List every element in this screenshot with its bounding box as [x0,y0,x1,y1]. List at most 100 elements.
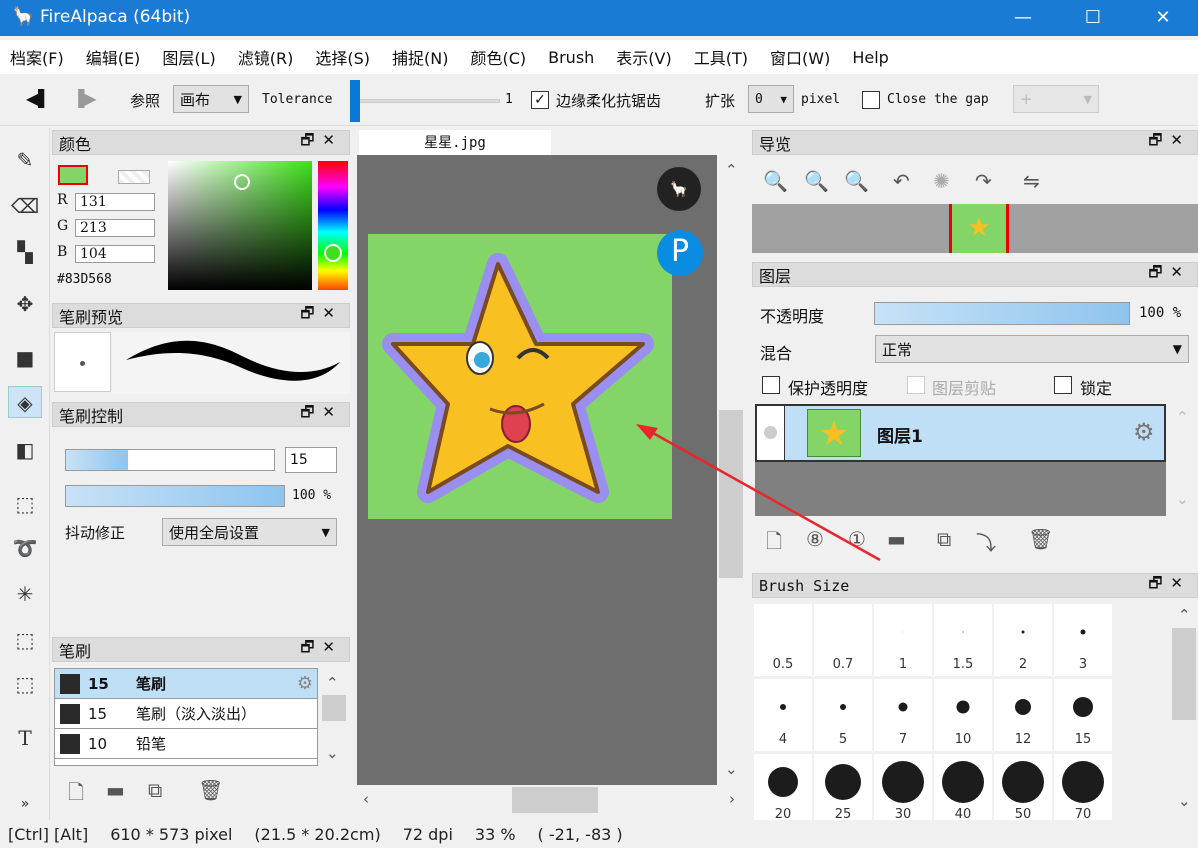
brush-size-cell[interactable]: 12 [994,679,1052,751]
close-button[interactable]: ✕ [1140,0,1186,36]
lock-checkbox[interactable] [1054,376,1072,394]
menu-color[interactable]: 颜色(C) [470,45,526,69]
select-eraser-icon[interactable]: ⬚ [8,668,42,700]
layer-opacity-slider[interactable] [874,302,1130,325]
delete-layer-icon[interactable]: 🗑 [1028,527,1053,551]
rotate-right-icon[interactable]: ↷ [975,169,992,193]
menu-help[interactable]: Help [852,48,888,67]
delete-brush-icon[interactable]: 🗑 [198,778,223,802]
saturation-value-picker[interactable] [168,161,312,290]
menu-file[interactable]: 档案(F) [10,45,64,69]
panel-controls[interactable]: 🗗✕ [1148,262,1191,287]
zoom-fit-icon[interactable]: 🔍 [844,169,869,193]
canvas-tab[interactable]: 星星.jpg [359,130,551,155]
blend-mode-select[interactable]: 正常 ▼ [875,335,1189,363]
brush-size-cell[interactable]: 1 [874,604,932,676]
bucket-tool-icon[interactable]: ◈ [8,386,42,418]
expand-select[interactable]: 0 ▼ [748,85,794,113]
brush-size-cell[interactable]: 0.5 [754,604,812,676]
brush-list-scrollbar[interactable] [322,695,346,721]
antialias-checkbox[interactable]: ✓ [531,91,549,109]
scroll-down-icon[interactable]: ⌄ [725,760,738,778]
pixiv-badge-icon[interactable]: P [657,230,703,276]
scroll-down-icon[interactable]: ⌄ [1178,792,1191,810]
more-tools-icon[interactable]: » [8,788,42,820]
dot-tool-icon[interactable]: ▚ [8,236,42,268]
menu-window[interactable]: 窗口(W) [770,45,830,69]
gradient-tool-icon[interactable]: ◧ [8,434,42,466]
pen-tool-icon[interactable]: ✎ [8,144,42,176]
menu-layer[interactable]: 图层(L) [162,45,215,69]
scroll-up-icon[interactable]: ⌃ [326,674,339,692]
brush-size-cell[interactable]: 40 [934,754,992,820]
move-tool-icon[interactable]: ✥ [8,288,42,320]
eraser-tool-icon[interactable]: ⌫ [8,190,42,222]
prev-icon[interactable]: ◀▌ [26,89,51,108]
brush-size-cell[interactable]: 7 [874,679,932,751]
scroll-up-icon[interactable]: ⌃ [1178,606,1191,624]
brush-item[interactable]: 15 笔刷（淡入淡出） [55,699,317,729]
brush-size-cell[interactable]: 4 [754,679,812,751]
brush-size-cell[interactable]: 10 [934,679,992,751]
panel-controls[interactable]: 🗗✕ [300,402,343,427]
brush-item[interactable]: 15 笔刷 ⚙ [55,669,317,699]
duplicate-brush-icon[interactable]: ⧉ [148,778,162,802]
scroll-right-icon[interactable]: › [729,790,735,808]
rotate-left-icon[interactable]: ↶ [893,169,910,193]
brush-size-cell[interactable]: 70 [1054,754,1112,820]
hue-cursor[interactable] [324,244,342,262]
brush-size-input[interactable]: 15 [285,447,337,473]
hscroll-thumb[interactable] [512,787,598,813]
merge-down-icon[interactable]: ⤵ [976,527,996,556]
brush-size-cell[interactable]: 15 [1054,679,1112,751]
brush-size-cell[interactable]: 25 [814,754,872,820]
sv-cursor[interactable] [234,174,250,190]
brush-size-slider[interactable] [65,449,275,471]
new-brush-icon[interactable]: 🗋 [68,778,84,812]
panel-controls[interactable]: 🗗✕ [300,303,343,328]
next-icon[interactable]: ▐▶ [72,89,97,108]
transparent-color-swatch[interactable] [118,170,150,184]
select-tool-icon[interactable]: ⬚ [8,488,42,520]
brush-item[interactable]: 10 铅笔 [55,729,317,759]
scroll-down-icon[interactable]: ⌄ [1176,490,1189,508]
menu-snap[interactable]: 捕捉(N) [392,45,448,69]
panel-controls[interactable]: 🗗✕ [300,130,343,155]
tolerance-slider[interactable] [352,99,500,103]
flip-horizontal-icon[interactable]: ⇋ [1023,169,1040,193]
maximize-button[interactable]: ☐ [1070,0,1116,36]
ref-select[interactable]: 画布 ▼ [173,85,249,113]
lasso-tool-icon[interactable]: ➰ [8,532,42,564]
canvas-hscrollbar[interactable]: ‹ › [357,785,747,815]
scroll-up-icon[interactable]: ⌃ [725,161,738,179]
brush-size-scroll-thumb[interactable] [1172,628,1196,720]
brush-size-cell[interactable]: 0.7 [814,604,872,676]
duplicate-layer-icon[interactable]: ⧉ [937,527,951,551]
gear-icon[interactable]: ⚙ [1133,418,1155,446]
folder-icon[interactable]: ▬ [106,778,125,802]
select-pen-icon[interactable]: ⬚ [8,624,42,656]
primary-color-swatch[interactable] [58,165,88,185]
minimize-button[interactable]: — [1000,0,1046,36]
menu-view[interactable]: 表示(V) [616,45,671,69]
brush-opacity-slider[interactable] [65,485,285,507]
panel-controls[interactable]: 🗗✕ [1148,130,1191,155]
r-input[interactable]: 131 [75,193,155,211]
text-tool-icon[interactable]: T [8,722,42,754]
zoom-out-icon[interactable]: 🔍 [804,169,829,193]
brush-size-scrollbar[interactable]: ⌃ ⌄ [1170,602,1198,820]
zoom-in-icon[interactable]: 🔍 [763,169,788,193]
close-gap-checkbox[interactable] [862,91,880,109]
stabilizer-select[interactable]: 使用全局设置 ▼ [162,518,337,546]
magic-wand-icon[interactable]: ✳ [8,578,42,610]
brush-size-cell[interactable]: 50 [994,754,1052,820]
brush-size-cell[interactable]: 5 [814,679,872,751]
rotate-reset-icon[interactable]: ✺ [933,169,950,193]
alpaca-badge-icon[interactable]: 🦙 [657,167,701,211]
image-canvas[interactable] [368,234,672,519]
gear-icon[interactable]: ⚙ [297,673,313,694]
tolerance-slider-thumb[interactable] [350,80,360,122]
navigator-preview[interactable]: ★ [752,204,1198,253]
panel-controls[interactable]: 🗗✕ [300,637,343,662]
brush-size-cell[interactable]: 3 [1054,604,1112,676]
